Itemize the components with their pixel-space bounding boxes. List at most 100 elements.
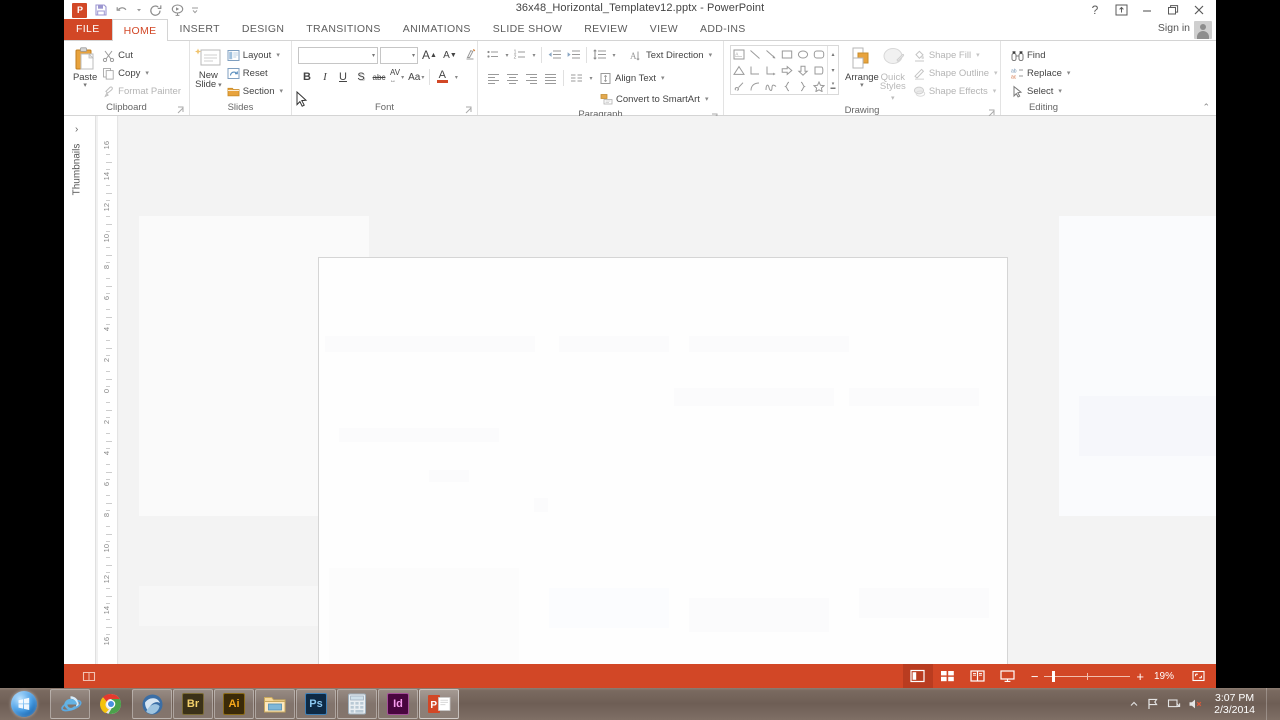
strikethrough-button[interactable]: abc — [370, 68, 388, 86]
shape-curve-icon[interactable] — [763, 78, 779, 94]
grow-font-button[interactable]: A ▲ — [420, 46, 439, 64]
taskbar-adobe-illustrator[interactable]: Ai — [214, 689, 254, 719]
zoom-slider[interactable] — [1044, 670, 1131, 682]
format-painter-button[interactable]: Format Painter — [98, 82, 185, 100]
center-button[interactable] — [503, 69, 522, 87]
shape-triangle-icon[interactable] — [731, 62, 747, 78]
view-slide-sorter-button[interactable] — [933, 664, 963, 688]
show-hidden-icons-button[interactable] — [1129, 699, 1139, 709]
columns-caret-icon[interactable]: ▾ — [586, 69, 595, 87]
tab-animations[interactable]: ANIMATIONS — [392, 19, 482, 40]
shape-down-arrow-icon[interactable] — [795, 62, 811, 78]
minimize-button[interactable] — [1134, 1, 1160, 20]
shapes-gallery[interactable]: A ▴ ▾ ▾ ▬ — [730, 45, 839, 95]
thumbnails-pane[interactable]: › Thumbnails — [64, 116, 96, 672]
shape-arc-icon[interactable] — [747, 78, 763, 94]
fit-to-window-button[interactable] — [1186, 664, 1210, 688]
replace-button[interactable]: ab ac Replace ▾ — [1007, 64, 1074, 82]
bold-button[interactable]: B — [298, 68, 316, 86]
shape-star-icon[interactable] — [811, 78, 827, 94]
tab-design[interactable]: DESIGN — [231, 19, 295, 40]
paste-caret-icon[interactable]: ▾ — [83, 82, 87, 89]
line-spacing-button[interactable] — [590, 46, 609, 64]
tab-add-ins[interactable]: ADD-INS — [689, 19, 757, 40]
section-caret-icon[interactable]: ▾ — [279, 87, 283, 95]
arrange-caret-icon[interactable]: ▾ — [860, 82, 864, 89]
collapse-ribbon-button[interactable]: ⌃ — [1202, 102, 1210, 113]
copy-button[interactable]: Copy ▾ — [98, 64, 185, 82]
shape-oval-icon[interactable] — [795, 46, 811, 62]
view-normal-button[interactable] — [902, 664, 933, 688]
restore-button[interactable] — [1160, 1, 1186, 20]
taskbar-adobe-indesign[interactable]: Id — [378, 689, 418, 719]
replace-caret-icon[interactable]: ▾ — [1067, 69, 1071, 77]
zoom-out-button[interactable]: − — [1031, 670, 1039, 683]
select-button[interactable]: Select ▾ — [1007, 82, 1074, 100]
tab-slide-show[interactable]: SLIDE SHOW — [482, 19, 573, 40]
taskbar-google-chrome[interactable] — [91, 689, 131, 719]
shape-freeform-icon[interactable] — [731, 78, 747, 94]
align-right-button[interactable] — [522, 69, 541, 87]
taskbar-adobe-photoshop[interactable]: Ps — [296, 689, 336, 719]
zoom-slider-handle[interactable] — [1052, 670, 1056, 682]
bullets-button[interactable] — [484, 46, 502, 64]
quick-styles-button[interactable]: Quick Styles ▾ — [879, 44, 907, 104]
taskbar-calculator[interactable] — [337, 689, 377, 719]
tab-transitions[interactable]: TRANSITIONS — [295, 19, 391, 40]
shape-elbow-arrow-icon[interactable] — [763, 62, 779, 78]
columns-button[interactable] — [567, 69, 586, 87]
text-direction-button[interactable]: A Text Direction ▾ — [626, 46, 716, 64]
shape-textbox-icon[interactable]: A — [731, 46, 747, 62]
view-slideshow-button[interactable] — [993, 664, 1023, 688]
gallery-scroll-up-icon[interactable]: ▴ — [828, 46, 838, 62]
close-button[interactable] — [1186, 1, 1212, 20]
align-text-button[interactable]: Align Text ▾ — [595, 69, 669, 87]
reset-button[interactable]: Reset — [223, 64, 287, 82]
network-icon[interactable] — [1146, 697, 1160, 711]
font-size-combo[interactable]: ▾ — [380, 46, 418, 64]
shape-fill-button[interactable]: Shape Fill ▾ — [909, 46, 1002, 64]
arrange-button[interactable]: Arrange ▾ — [845, 44, 879, 89]
sign-in-link[interactable]: Sign in — [1158, 22, 1190, 34]
layout-button[interactable]: Layout ▾ — [223, 46, 287, 64]
line-spacing-caret-icon[interactable]: ▾ — [609, 46, 618, 64]
taskbar-thunderbird[interactable] — [132, 689, 172, 719]
shape-arrow-icon[interactable] — [763, 46, 779, 62]
taskbar-adobe-bridge[interactable]: Br — [173, 689, 213, 719]
section-button[interactable]: Section ▾ — [223, 82, 287, 100]
select-caret-icon[interactable]: ▾ — [1058, 87, 1062, 95]
decrease-list-level-button[interactable] — [545, 46, 564, 64]
taskbar-internet-explorer[interactable] — [50, 689, 90, 719]
shape-rectangle-icon[interactable] — [779, 46, 795, 62]
shape-right-arrow-icon[interactable] — [779, 62, 795, 78]
find-button[interactable]: Find — [1007, 46, 1074, 64]
italic-button[interactable]: I — [316, 68, 334, 86]
zoom-in-button[interactable]: + — [1136, 670, 1144, 683]
numbering-caret-icon[interactable]: ▾ — [529, 46, 538, 64]
ribbon-display-options-button[interactable] — [1108, 1, 1134, 20]
clipboard-dialog-launcher[interactable] — [176, 106, 185, 115]
shape-rounded-rectangle-icon[interactable] — [811, 46, 827, 62]
tab-review[interactable]: REVIEW — [573, 19, 639, 40]
tab-home[interactable]: HOME — [111, 19, 169, 41]
align-left-button[interactable] — [484, 69, 503, 87]
shape-left-brace-icon[interactable] — [779, 78, 795, 94]
shapes-gallery-scroll[interactable]: ▴ ▾ ▾ ▬ — [827, 46, 838, 94]
underline-button[interactable]: U — [334, 68, 352, 86]
start-button[interactable] — [2, 689, 46, 719]
numbering-button[interactable]: 12 — [511, 46, 529, 64]
taskbar-powerpoint[interactable]: P — [419, 689, 459, 719]
tab-view[interactable]: VIEW — [639, 19, 689, 40]
paste-button[interactable]: Paste ▾ — [72, 44, 98, 89]
font-color-caret-icon[interactable]: ▾ — [451, 68, 460, 86]
shape-elbow-connector-icon[interactable] — [747, 62, 763, 78]
layout-caret-icon[interactable]: ▾ — [276, 51, 280, 59]
zoom-percentage[interactable]: 19% — [1150, 671, 1178, 682]
font-name-combo[interactable]: ▾ — [298, 46, 378, 64]
view-reading-button[interactable] — [963, 664, 993, 688]
slide-surface[interactable] — [318, 257, 1008, 672]
shape-line-icon[interactable] — [747, 46, 763, 62]
volume-muted-icon[interactable] — [1188, 697, 1203, 711]
shape-flowchart-icon[interactable] — [811, 62, 827, 78]
gallery-more-icon[interactable]: ▾ ▬ — [828, 78, 838, 94]
